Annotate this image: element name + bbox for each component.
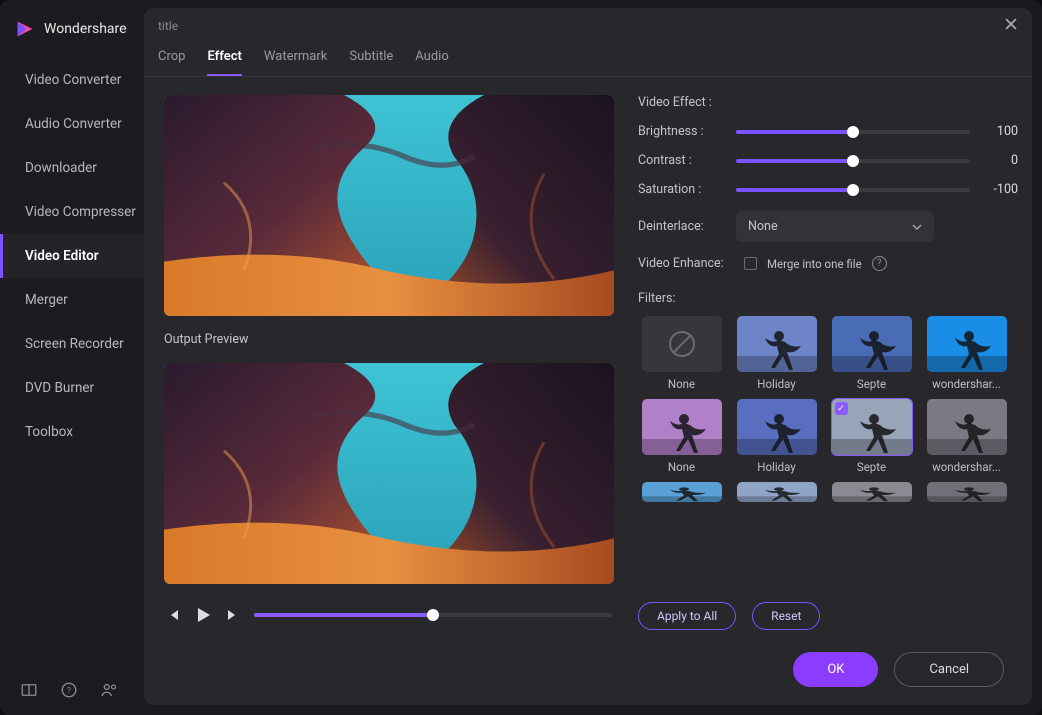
filter-name: Septe [857,377,886,391]
filter-item-10[interactable] [828,482,915,502]
tab-crop[interactable]: Crop [158,49,185,76]
filter-item-8[interactable] [638,482,725,502]
account-icon[interactable] [100,681,118,699]
sidebar-item-video-converter[interactable]: Video Converter [0,58,160,102]
preview-column: Output Preview [164,95,614,630]
filter-name: Holiday [757,377,795,391]
library-icon[interactable] [20,681,38,699]
modal-title: title [158,19,178,33]
close-icon[interactable] [1004,16,1018,35]
tab-subtitle[interactable]: Subtitle [349,49,393,76]
filter-name: wondershar... [932,460,1001,474]
filter-item-11[interactable] [923,482,1010,502]
play-icon[interactable] [194,606,212,624]
tab-effect[interactable]: Effect [207,49,241,76]
filter-name: Holiday [757,460,795,474]
tabs: Crop Effect Watermark Subtitle Audio [144,35,1032,77]
deinterlace-dropdown[interactable]: None [736,211,934,242]
slider-saturation[interactable] [736,188,970,192]
modal-footer: OK Cancel [144,638,1032,705]
tab-watermark[interactable]: Watermark [264,49,327,76]
filter-name: None [668,460,695,474]
filter-item-9[interactable] [733,482,820,502]
next-frame-icon[interactable] [226,608,240,622]
effect-panel: Video Effect : Brightness : 100 Contrast … [638,95,1018,630]
brand-name: Wondershare [44,21,127,37]
cancel-button[interactable]: Cancel [894,652,1004,687]
sidebar-item-screen-recorder[interactable]: Screen Recorder [0,322,160,366]
help-icon[interactable]: ? [60,681,78,699]
sidebar-item-video-editor[interactable]: Video Editor [0,234,160,278]
filter-item-5[interactable]: Holiday [733,399,820,474]
slider-contrast[interactable] [736,159,970,163]
slider-value-0: 100 [982,124,1018,139]
source-preview [164,95,614,316]
sidebar-item-merger[interactable]: Merger [0,278,160,322]
brand: Wondershare [0,8,160,58]
merge-label: Merge into one file [767,257,862,271]
deinterlace-label: Deinterlace: [638,219,724,234]
prev-frame-icon[interactable] [166,608,180,622]
svg-text:?: ? [67,686,71,696]
slider-brightness[interactable] [736,130,970,134]
filters-label: Filters: [638,291,1018,306]
apply-to-all-button[interactable]: Apply to All [638,602,736,630]
sidebar: Wondershare Video ConverterAudio Convert… [0,0,160,715]
sidebar-item-dvd-burner[interactable]: DVD Burner [0,366,160,410]
filter-item-2[interactable]: Septe [828,316,915,391]
editor-modal: title Crop Effect Watermark Subtitle Audio [144,8,1032,705]
merge-checkbox[interactable] [744,257,757,270]
app-logo-icon [14,18,36,40]
slider-label-1: Contrast : [638,153,724,168]
sidebar-item-toolbox[interactable]: Toolbox [0,410,160,454]
tab-audio[interactable]: Audio [415,49,448,76]
sidebar-footer: ? [0,665,160,715]
filter-name: wondershar... [932,377,1001,391]
video-effect-label: Video Effect : [638,95,1018,110]
video-enhance-label: Video Enhance: [638,256,734,271]
playback-bar [164,600,614,630]
filter-item-4[interactable]: None [638,399,725,474]
slider-value-1: 0 [982,153,1018,168]
filter-name: Septe [857,460,886,474]
filter-item-0[interactable]: None [638,316,725,391]
playback-progress[interactable] [254,613,612,617]
chevron-down-icon [912,222,922,232]
filter-item-6[interactable]: ✓ Septe [828,399,915,474]
deinterlace-value: None [748,219,778,234]
slider-label-0: Brightness : [638,124,724,139]
none-icon [667,329,697,359]
sidebar-item-downloader[interactable]: Downloader [0,146,160,190]
filter-name: None [668,377,695,391]
reset-button[interactable]: Reset [752,602,820,630]
sidebar-item-video-compresser[interactable]: Video Compresser [0,190,160,234]
slider-label-2: Saturation : [638,182,724,197]
ok-button[interactable]: OK [793,652,878,687]
filter-item-7[interactable]: wondershar... [923,399,1010,474]
slider-value-2: -100 [982,182,1018,197]
filter-item-1[interactable]: Holiday [733,316,820,391]
sidebar-item-audio-converter[interactable]: Audio Converter [0,102,160,146]
output-preview-label: Output Preview [164,332,614,347]
filter-item-3[interactable]: wondershar... [923,316,1010,391]
help-tooltip-icon[interactable]: ? [872,256,887,271]
check-icon: ✓ [835,402,848,415]
output-preview [164,363,614,584]
